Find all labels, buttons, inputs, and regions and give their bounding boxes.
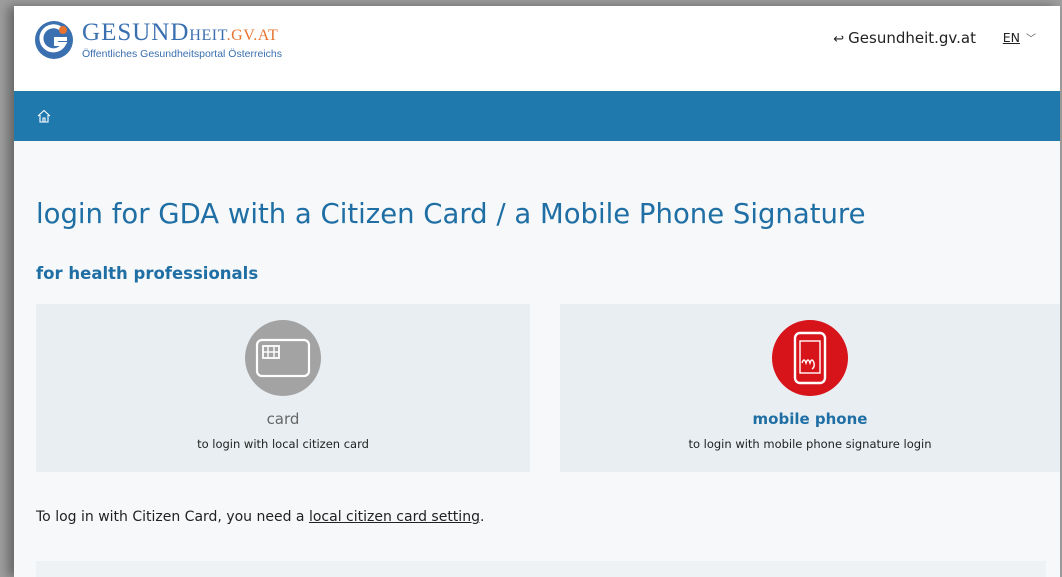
mobile-option-description: to login with mobile phone signature log…: [688, 437, 932, 451]
language-selector[interactable]: EN ﹀: [1003, 30, 1036, 45]
back-to-portal-link[interactable]: ↩ Gesundheit.gv.at: [833, 29, 976, 47]
brand-tagline: Öffentliches Gesundheitsportal Österreic…: [82, 48, 282, 60]
page: GESUNDHEIT.GV.AT Öffentliches Gesundheit…: [14, 6, 1060, 577]
footer-band: [36, 561, 1046, 577]
card-option-description: to login with local citizen card: [197, 437, 369, 451]
site-header: GESUNDHEIT.GV.AT Öffentliches Gesundheit…: [14, 6, 1060, 91]
navigation-bar: [14, 91, 1060, 141]
home-icon[interactable]: [36, 108, 52, 124]
logo-mark-icon: [34, 20, 74, 60]
card-login-option[interactable]: card to login with local citizen card: [36, 304, 530, 472]
page-title: login for GDA with a Citizen Card / a Mo…: [36, 198, 866, 230]
brand-name: GESUNDHEIT.GV.AT: [82, 19, 279, 46]
mobile-option-label: mobile phone: [752, 410, 868, 428]
chevron-down-icon: ﹀: [1026, 34, 1036, 45]
mobile-signature-icon: [772, 320, 848, 396]
back-arrow-icon: ↩: [833, 32, 845, 47]
card-option-label: card: [266, 410, 300, 428]
language-code: EN: [1002, 30, 1020, 45]
mobile-phone-login-option[interactable]: mobile phone to login with mobile phone …: [560, 304, 1060, 472]
site-logo[interactable]: GESUNDHEIT.GV.AT Öffentliches Gesundheit…: [34, 20, 282, 60]
citizen-card-icon: [245, 320, 321, 396]
citizen-card-setting-link[interactable]: local citizen card setting: [309, 509, 480, 525]
page-subtitle: for health professionals: [36, 264, 259, 283]
citizen-card-note: To log in with Citizen Card, you need a …: [36, 509, 485, 525]
